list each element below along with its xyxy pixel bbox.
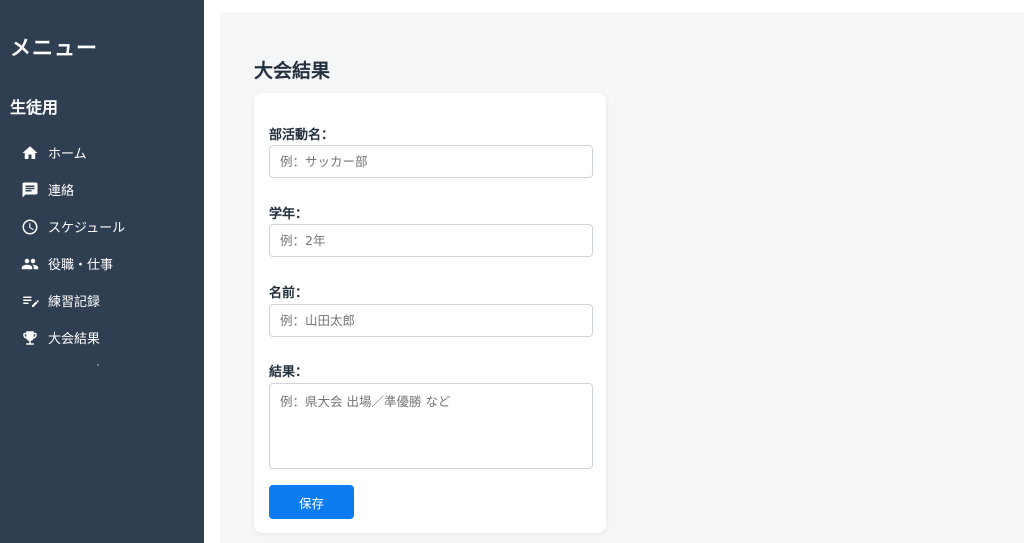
menu-title: メニュー — [10, 36, 98, 60]
sidebar-item-roles[interactable]: 役職・仕事 — [0, 245, 204, 282]
sidebar-item-label: ホーム — [48, 147, 87, 162]
decorative-dot — [97, 364, 99, 366]
people-icon — [21, 255, 39, 273]
sidebar-item-label: 役職・仕事 — [48, 258, 114, 273]
section-title: 生徒用 — [10, 98, 59, 117]
name-input[interactable] — [269, 304, 593, 337]
club-label: 部活動名： — [269, 128, 335, 143]
grade-label: 学年： — [269, 207, 309, 222]
save-button[interactable]: 保存 — [269, 485, 354, 519]
main-content: 大会結果 部活動名： 学年： 名前： 結果： 保存 — [220, 12, 1024, 543]
sidebar-nav: ホーム 連絡 スケジュール 役職・仕事 練習記録 大会結果 — [0, 134, 204, 356]
edit-notes-icon — [21, 292, 39, 310]
sidebar-item-messages[interactable]: 連絡 — [0, 171, 204, 208]
club-input[interactable] — [269, 145, 593, 178]
page-title: 大会結果 — [254, 60, 331, 82]
sidebar-item-home[interactable]: ホーム — [0, 134, 204, 171]
sidebar-item-results[interactable]: 大会結果 — [0, 319, 204, 356]
trophy-icon — [21, 329, 39, 347]
sidebar-item-label: 練習記録 — [48, 295, 101, 310]
sidebar-item-label: 連絡 — [48, 184, 75, 199]
result-form-card: 部活動名： 学年： 名前： 結果： 保存 — [254, 93, 606, 533]
clock-icon — [21, 218, 39, 236]
message-icon — [21, 181, 39, 199]
result-textarea[interactable] — [269, 383, 593, 469]
name-label: 名前： — [269, 286, 309, 301]
sidebar-item-practice-log[interactable]: 練習記録 — [0, 282, 204, 319]
home-icon — [21, 144, 39, 162]
sidebar-item-label: スケジュール — [48, 221, 126, 236]
grade-input[interactable] — [269, 224, 593, 257]
sidebar: メニュー 生徒用 ホーム 連絡 スケジュール 役職・仕事 練習記録 大会結果 — [0, 0, 204, 543]
result-label: 結果： — [269, 365, 309, 380]
sidebar-item-label: 大会結果 — [48, 332, 101, 347]
app: メニュー 生徒用 ホーム 連絡 スケジュール 役職・仕事 練習記録 大会結果 大… — [0, 0, 1024, 543]
sidebar-item-schedule[interactable]: スケジュール — [0, 208, 204, 245]
